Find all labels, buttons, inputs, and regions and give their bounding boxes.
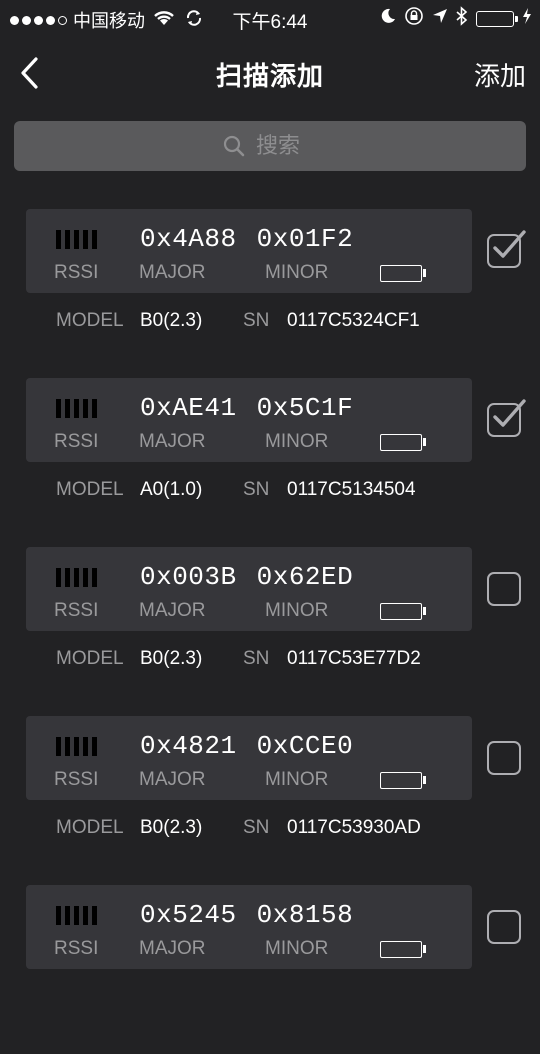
minor-value: 0x62ED <box>256 562 354 592</box>
sn-value: 0117C5324CF1 <box>287 310 420 331</box>
device-card[interactable]: 0x4821 0xCCE0 RSSI MAJOR MINOR <box>26 716 472 800</box>
rssi-signal-icon <box>56 906 97 925</box>
model-value: B0(2.3) <box>140 310 203 331</box>
major-label: MAJOR <box>139 262 206 283</box>
model-value: B0(2.3) <box>140 648 203 669</box>
rssi-signal-icon <box>56 737 97 756</box>
major-value: 0xAE41 <box>140 393 237 423</box>
add-button[interactable]: 添加 <box>474 56 526 93</box>
minor-label: MINOR <box>265 769 329 790</box>
rssi-signal-icon <box>56 399 97 418</box>
bluetooth-icon <box>456 6 468 31</box>
rssi-signal-icon <box>56 230 97 249</box>
page-title: 扫描添加 <box>215 61 324 91</box>
major-value: 0x003B <box>140 562 237 592</box>
sn-label: SN <box>243 648 270 669</box>
minor-label: MINOR <box>265 431 329 452</box>
minor-value: 0xCCE0 <box>256 731 354 761</box>
device-row: 0xAE41 0x5C1F RSSI MAJOR MINOR MODEL A0(1… <box>0 378 540 547</box>
select-checkbox[interactable] <box>487 910 521 944</box>
device-row: 0x4A88 0x01F2 RSSI MAJOR MINOR MODEL B0(2… <box>0 209 540 378</box>
select-checkbox[interactable] <box>487 399 526 437</box>
sn-value: 0117C5134504 <box>287 479 416 500</box>
device-ids: 0x003B 0x62ED <box>140 562 353 592</box>
device-card[interactable]: 0x003B 0x62ED RSSI MAJOR MINOR <box>26 547 472 631</box>
model-value: A0(1.0) <box>140 479 203 500</box>
select-checkbox[interactable] <box>487 572 521 606</box>
major-value: 0x5245 <box>140 900 237 930</box>
charging-icon <box>522 8 532 29</box>
select-checkbox[interactable] <box>487 741 521 775</box>
location-icon <box>432 8 448 29</box>
sn-label: SN <box>243 817 270 838</box>
model-value: B0(2.3) <box>140 817 203 838</box>
device-battery-icon <box>380 603 426 620</box>
sn-label: SN <box>243 310 270 331</box>
major-value: 0x4821 <box>140 731 237 761</box>
rssi-label: RSSI <box>54 600 99 621</box>
search-icon <box>222 134 246 158</box>
minor-value: 0x5C1F <box>256 393 354 423</box>
device-row: 0x5245 0x8158 RSSI MAJOR MINOR <box>0 885 540 1054</box>
major-label: MAJOR <box>139 431 206 452</box>
major-value: 0x4A88 <box>140 224 237 254</box>
model-label: MODEL <box>56 648 124 669</box>
device-row: 0x003B 0x62ED RSSI MAJOR MINOR MODEL B0(2… <box>0 547 540 716</box>
device-battery-icon <box>380 772 426 789</box>
status-bar: 中国移动 下午6:44 <box>0 0 540 36</box>
model-label: MODEL <box>56 817 124 838</box>
status-right <box>380 6 532 31</box>
major-label: MAJOR <box>139 938 206 959</box>
device-card[interactable]: 0xAE41 0x5C1F RSSI MAJOR MINOR <box>26 378 472 462</box>
major-label: MAJOR <box>139 600 206 621</box>
battery-icon <box>476 10 518 27</box>
sn-label: SN <box>243 479 270 500</box>
minor-value: 0x01F2 <box>256 224 354 254</box>
device-ids: 0xAE41 0x5C1F <box>140 393 353 423</box>
device-battery-icon <box>380 434 426 451</box>
device-ids: 0x4A88 0x01F2 <box>140 224 353 254</box>
rssi-label: RSSI <box>54 431 99 452</box>
device-ids: 0x5245 0x8158 <box>140 900 353 930</box>
sn-value: 0117C53930AD <box>287 817 421 838</box>
model-label: MODEL <box>56 310 124 331</box>
select-checkbox[interactable] <box>487 230 526 268</box>
rssi-signal-icon <box>56 568 97 587</box>
device-ids: 0x4821 0xCCE0 <box>140 731 353 761</box>
device-list: 0x4A88 0x01F2 RSSI MAJOR MINOR MODEL B0(2… <box>0 209 540 1054</box>
device-battery-icon <box>380 941 426 958</box>
device-card[interactable]: 0x4A88 0x01F2 RSSI MAJOR MINOR <box>26 209 472 293</box>
minor-value: 0x8158 <box>256 900 354 930</box>
device-battery-icon <box>380 265 426 282</box>
moon-icon <box>380 8 396 29</box>
rssi-label: RSSI <box>54 769 99 790</box>
major-label: MAJOR <box>139 769 206 790</box>
minor-label: MINOR <box>265 262 329 283</box>
rssi-label: RSSI <box>54 938 99 959</box>
navigation-bar: 扫描添加 添加 <box>0 36 540 112</box>
checkmark-icon <box>493 230 526 258</box>
minor-label: MINOR <box>265 938 329 959</box>
search-bar[interactable] <box>14 121 526 171</box>
device-card[interactable]: 0x5245 0x8158 RSSI MAJOR MINOR <box>26 885 472 969</box>
rssi-label: RSSI <box>54 262 99 283</box>
minor-label: MINOR <box>265 600 329 621</box>
device-row: 0x4821 0xCCE0 RSSI MAJOR MINOR MODEL B0(2… <box>0 716 540 885</box>
sn-value: 0117C53E77D2 <box>287 648 421 669</box>
rotation-lock-icon <box>404 6 424 31</box>
search-input[interactable] <box>256 133 318 159</box>
model-label: MODEL <box>56 479 124 500</box>
checkmark-icon <box>493 399 526 427</box>
